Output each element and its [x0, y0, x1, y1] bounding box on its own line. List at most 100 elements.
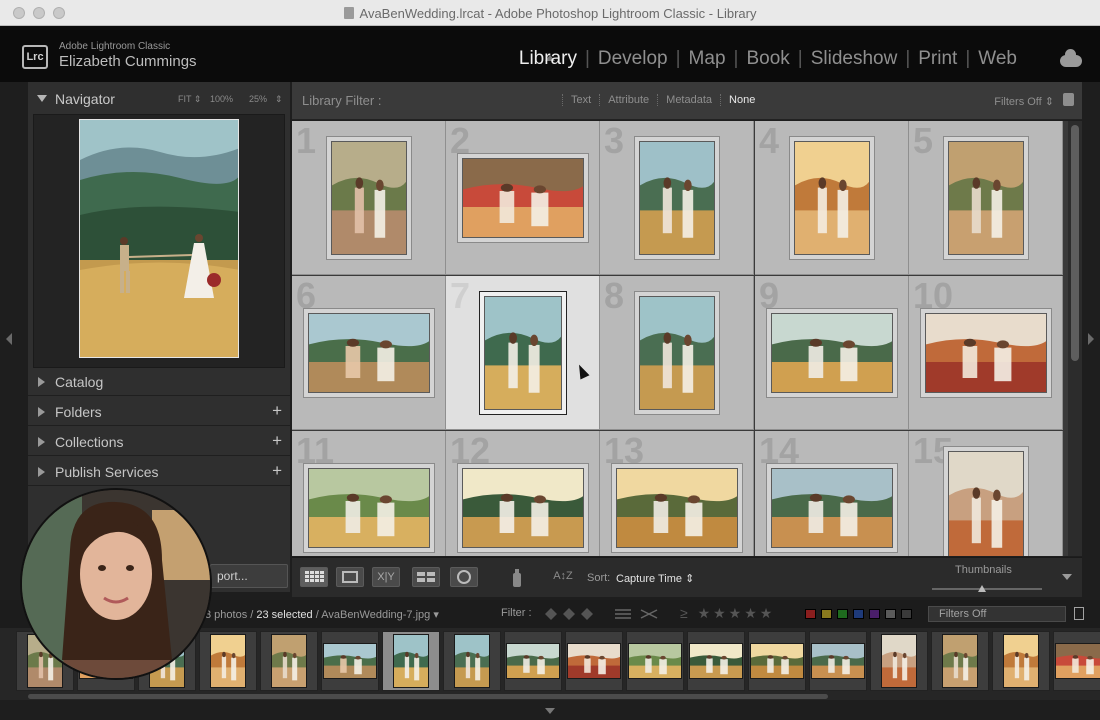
- photo-thumbnail[interactable]: [925, 313, 1047, 393]
- rating-filter-stars[interactable]: ≥ ★★★★★: [680, 605, 775, 622]
- color-label-swatch[interactable]: [885, 609, 896, 619]
- add-publish-service-button[interactable]: +: [272, 461, 282, 481]
- filmstrip-filter-toggle[interactable]: [1074, 607, 1084, 620]
- photo-thumbnail[interactable]: [462, 158, 584, 238]
- filmstrip-thumbnail[interactable]: [271, 634, 307, 688]
- filmstrip-thumbnail[interactable]: [1003, 634, 1039, 688]
- filmstrip-thumbnail[interactable]: [628, 643, 682, 679]
- catalog-panel-header[interactable]: Catalog: [28, 368, 290, 396]
- filter-none-option[interactable]: None: [720, 94, 763, 106]
- add-folder-button[interactable]: +: [272, 401, 282, 421]
- grid-cell[interactable]: 3: [600, 121, 754, 275]
- color-label-swatch[interactable]: [837, 609, 848, 619]
- filmstrip-cell[interactable]: [1053, 631, 1100, 691]
- grid-cell[interactable]: 2: [446, 121, 600, 275]
- grid-cell[interactable]: 15: [909, 431, 1063, 556]
- grid-cell[interactable]: 5: [909, 121, 1063, 275]
- filmstrip-cell[interactable]: [199, 631, 257, 691]
- zoom-25-option[interactable]: 25%: [249, 94, 267, 104]
- grid-scroll-thumb[interactable]: [1071, 125, 1079, 361]
- filter-attribute-option[interactable]: Attribute: [599, 94, 657, 106]
- filmstrip-filter-dropdown[interactable]: Filters Off: [928, 606, 1066, 622]
- filmstrip-cell[interactable]: [626, 631, 684, 691]
- photo-thumbnail[interactable]: [462, 468, 584, 548]
- grid-cell[interactable]: 9: [755, 276, 909, 430]
- grid-cell[interactable]: 1: [292, 121, 446, 275]
- add-collection-button[interactable]: +: [272, 431, 282, 451]
- color-label-swatch[interactable]: [805, 609, 816, 619]
- compare-view-icon[interactable]: X|Y: [372, 567, 400, 587]
- grid-view-icon[interactable]: [300, 567, 328, 587]
- filter-preset-dropdown[interactable]: Filters Off ⇕: [994, 95, 1054, 108]
- zoom-more-option[interactable]: ⇕: [275, 94, 283, 105]
- photo-thumbnail[interactable]: [771, 468, 893, 548]
- photo-thumbnail[interactable]: [616, 468, 738, 548]
- filmstrip-thumbnail[interactable]: [506, 643, 560, 679]
- filmstrip-cell[interactable]: [565, 631, 623, 691]
- filmstrip-thumbnail[interactable]: [750, 643, 804, 679]
- filter-text-option[interactable]: Text: [562, 94, 599, 106]
- module-print[interactable]: Print: [910, 48, 965, 70]
- filmstrip-thumbnail[interactable]: [393, 634, 429, 688]
- grid-scrollbar[interactable]: [1068, 121, 1082, 556]
- filmstrip-cell[interactable]: [443, 631, 501, 691]
- export-button[interactable]: port...: [210, 564, 288, 588]
- loupe-view-icon[interactable]: [336, 567, 364, 587]
- grid-cell[interactable]: 11: [292, 431, 446, 556]
- sort-direction-icon[interactable]: A↕Z: [546, 567, 580, 587]
- filmstrip-thumbnail[interactable]: [881, 634, 917, 688]
- sort-order-dropdown[interactable]: Capture Time ⇕: [616, 572, 694, 585]
- photo-thumbnail[interactable]: [639, 141, 715, 255]
- filmstrip-cell[interactable]: [992, 631, 1050, 691]
- collapse-left-panel-icon[interactable]: [6, 333, 12, 345]
- filmstrip-source-info[interactable]: 3 photos / 23 selected / AvaBenWedding-7…: [205, 608, 439, 621]
- grid-cell[interactable]: 4: [755, 121, 909, 275]
- filmstrip-cell[interactable]: [809, 631, 867, 691]
- filmstrip-thumbnail[interactable]: [454, 634, 490, 688]
- color-label-swatch[interactable]: [853, 609, 864, 619]
- navigator-preview-image[interactable]: [79, 119, 239, 358]
- photo-thumbnail[interactable]: [771, 313, 893, 393]
- filmstrip-cell[interactable]: [504, 631, 562, 691]
- collapse-right-panel-icon[interactable]: [1088, 333, 1094, 345]
- zoom-fit-option[interactable]: FIT ⇕: [178, 94, 201, 105]
- filmstrip-cell[interactable]: [382, 631, 440, 691]
- photo-thumbnail[interactable]: [331, 141, 407, 255]
- photo-thumbnail[interactable]: [948, 451, 1024, 556]
- filmstrip-cell[interactable]: [748, 631, 806, 691]
- flag-filter-icons[interactable]: [543, 606, 673, 622]
- thumbnail-size-slider[interactable]: [932, 588, 1042, 590]
- thumbnail-size-knob[interactable]: [978, 585, 986, 592]
- lock-icon[interactable]: [1063, 93, 1074, 106]
- collapse-filmstrip-icon[interactable]: [545, 708, 555, 714]
- module-library[interactable]: Library: [511, 48, 585, 70]
- cloud-icon[interactable]: [1060, 49, 1082, 67]
- collections-panel-header[interactable]: Collections +: [28, 428, 290, 456]
- toolbar-menu-icon[interactable]: [1062, 574, 1072, 580]
- photo-thumbnail[interactable]: [794, 141, 870, 255]
- filmstrip-scrollbar[interactable]: [28, 694, 828, 699]
- grid-cell[interactable]: 12: [446, 431, 600, 556]
- module-book[interactable]: Book: [738, 48, 797, 70]
- zoom-100-option[interactable]: 100%: [210, 94, 233, 104]
- filmstrip-thumbnail[interactable]: [567, 643, 621, 679]
- module-develop[interactable]: Develop: [590, 48, 676, 70]
- photo-thumbnail[interactable]: [948, 141, 1024, 255]
- painter-icon[interactable]: [504, 567, 530, 587]
- filmstrip-cell[interactable]: [321, 631, 379, 691]
- photo-thumbnail[interactable]: [308, 313, 430, 393]
- filmstrip-cell[interactable]: [870, 631, 928, 691]
- photo-thumbnail[interactable]: [484, 296, 562, 410]
- filmstrip-thumbnail[interactable]: [1055, 643, 1100, 679]
- photo-thumbnail[interactable]: [639, 296, 715, 410]
- grid-cell[interactable]: 6: [292, 276, 446, 430]
- grid-cell[interactable]: 14: [755, 431, 909, 556]
- filmstrip-cell[interactable]: [260, 631, 318, 691]
- filmstrip-thumbnail[interactable]: [210, 634, 246, 688]
- color-label-swatch[interactable]: [869, 609, 880, 619]
- survey-view-icon[interactable]: [412, 567, 440, 587]
- grid-cell[interactable]: 13: [600, 431, 754, 556]
- filmstrip-cell[interactable]: [931, 631, 989, 691]
- filmstrip-thumbnail[interactable]: [942, 634, 978, 688]
- filmstrip-thumbnail[interactable]: [811, 643, 865, 679]
